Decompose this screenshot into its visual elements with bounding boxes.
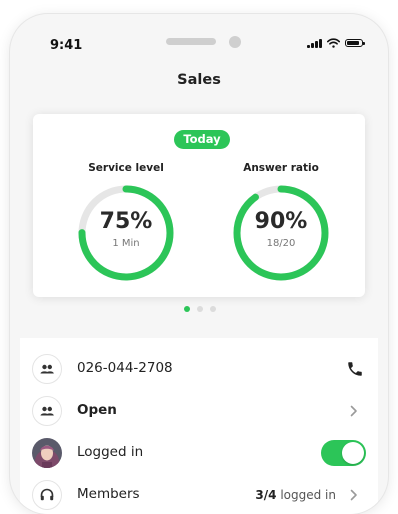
today-badge[interactable]: Today [174,130,230,149]
members-count: 3/4 logged in [255,488,336,502]
status-time: 9:41 [50,38,83,53]
members-label: Members [77,486,140,502]
avatar [32,438,62,468]
gauge-ring: 90% 18/20 [231,183,331,283]
answer-ratio-gauge: Answer ratio 90% 18/20 [211,162,351,283]
phone-number-row[interactable]: 026-044-2708 [20,348,378,390]
signal-icon [307,38,322,48]
page-dot[interactable] [210,306,216,312]
group-icon [32,354,62,384]
gauge-value: 75% [99,209,153,234]
phone-icon[interactable] [346,360,364,378]
gauge-value: 90% [254,209,308,234]
page-title: Sales [177,72,221,88]
speaker-grille [166,38,216,45]
group-icon [32,396,62,426]
headset-icon [32,480,62,510]
gauge-label: Service level [88,162,164,174]
phone-frame: 9:41 Sales Today Service level 75% 1 Min… [10,14,388,514]
stats-card[interactable]: Today Service level 75% 1 Min Answer rat… [33,114,365,297]
members-count-suffix: logged in [280,488,336,502]
page-dot-active[interactable] [184,306,190,312]
service-level-gauge: Service level 75% 1 Min [56,162,196,283]
battery-icon [344,39,365,47]
logged-in-label: Logged in [77,444,144,460]
page-indicator[interactable] [184,306,216,312]
members-count-value: 3/4 [255,488,277,502]
logged-in-row[interactable]: Logged in [20,432,378,474]
status-bar: 9:41 [10,14,388,74]
status-row[interactable]: Open [20,390,378,432]
logged-in-toggle[interactable] [321,440,366,466]
chevron-right-icon[interactable] [350,489,358,501]
status-label: Open [77,402,117,418]
members-row[interactable]: Members 3/4 logged in [20,474,378,514]
gauge-label: Answer ratio [243,162,319,174]
phone-number: 026-044-2708 [77,360,173,376]
wifi-icon [326,38,340,48]
gauge-sublabel: 1 Min [112,238,140,249]
status-icons [307,38,365,48]
toggle-knob[interactable] [342,442,364,464]
chevron-right-icon[interactable] [350,405,358,417]
gauge-ring: 75% 1 Min [76,183,176,283]
page-dot[interactable] [197,306,203,312]
camera [229,36,241,48]
gauge-sublabel: 18/20 [266,238,296,249]
